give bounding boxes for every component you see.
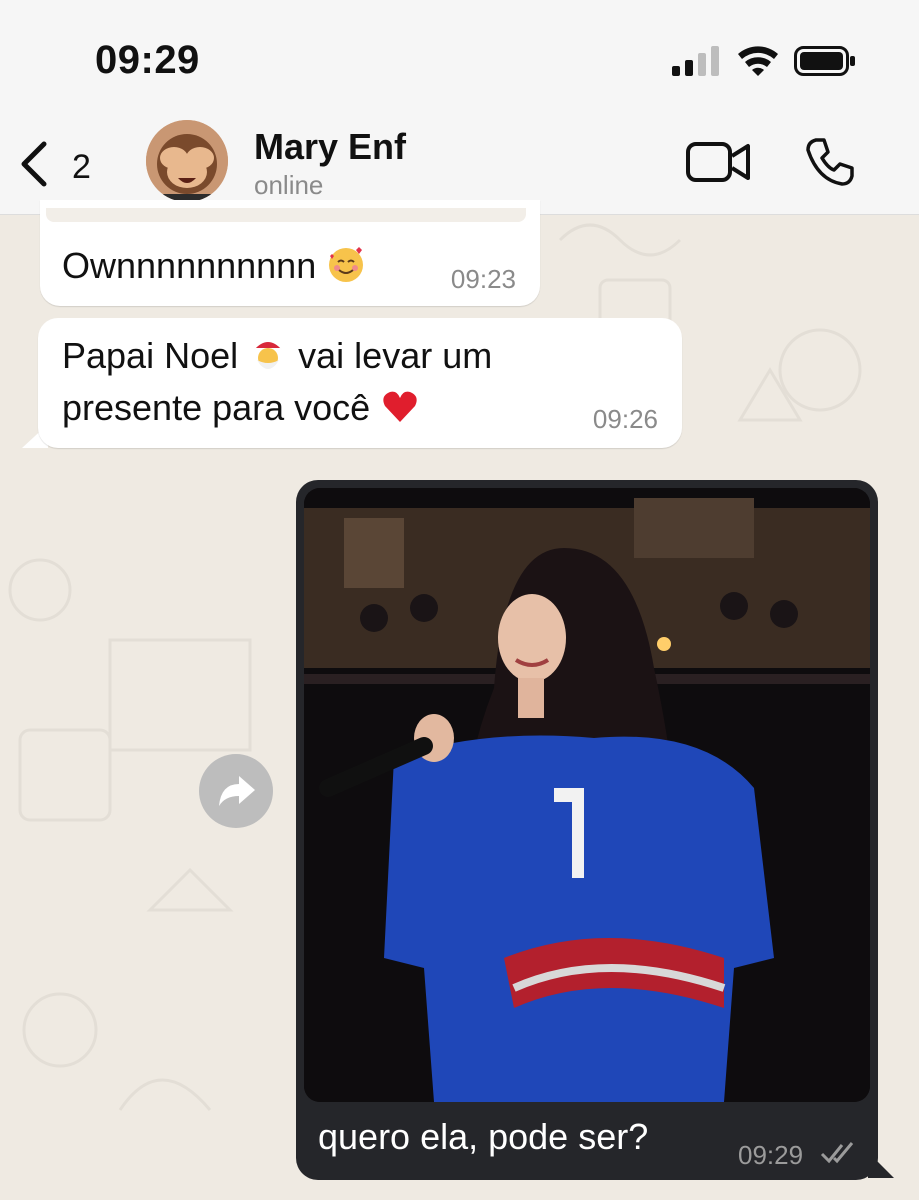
status-bar: 09:29 <box>0 0 919 110</box>
phone-call-icon[interactable] <box>804 136 856 188</box>
message-text: Ownnnnnnnnnn <box>62 240 366 292</box>
message-time: 09:26 <box>592 404 658 434</box>
wifi-icon <box>738 46 778 76</box>
santa-claus-icon <box>254 339 285 369</box>
forward-arrow-icon <box>219 776 255 806</box>
forward-button[interactable] <box>199 754 273 828</box>
contact-status: online <box>254 170 324 200</box>
reply-preview <box>46 208 526 222</box>
smiling-face-with-hearts-icon <box>329 247 364 282</box>
contact-name[interactable]: Mary Enf <box>254 126 406 168</box>
message-text: Papai Noel vai levar um presente para vo… <box>62 335 493 428</box>
back-chevron-icon[interactable] <box>18 140 50 188</box>
avatar[interactable] <box>146 120 228 202</box>
status-time: 09:29 <box>95 38 200 82</box>
unread-count[interactable]: 2 <box>72 148 91 187</box>
battery-icon <box>794 46 855 76</box>
red-heart-icon <box>383 391 417 422</box>
video-call-icon[interactable] <box>686 140 750 184</box>
photo-caption: quero ela, pode ser? <box>318 1116 649 1157</box>
shared-photo[interactable] <box>304 488 870 1102</box>
concert-photo <box>304 488 870 1102</box>
message-time: 09:23 <box>450 264 516 294</box>
outgoing-photo-message[interactable]: quero ela, pode ser? 09:29 <box>296 480 878 1180</box>
message-time: 09:29 <box>738 1140 804 1170</box>
read-receipt-icon <box>820 1142 854 1164</box>
cellular-signal-icon <box>672 46 719 76</box>
incoming-message[interactable]: Papai Noel vai levar um presente para vo… <box>38 318 682 448</box>
see-no-evil-monkey-icon <box>146 120 228 202</box>
